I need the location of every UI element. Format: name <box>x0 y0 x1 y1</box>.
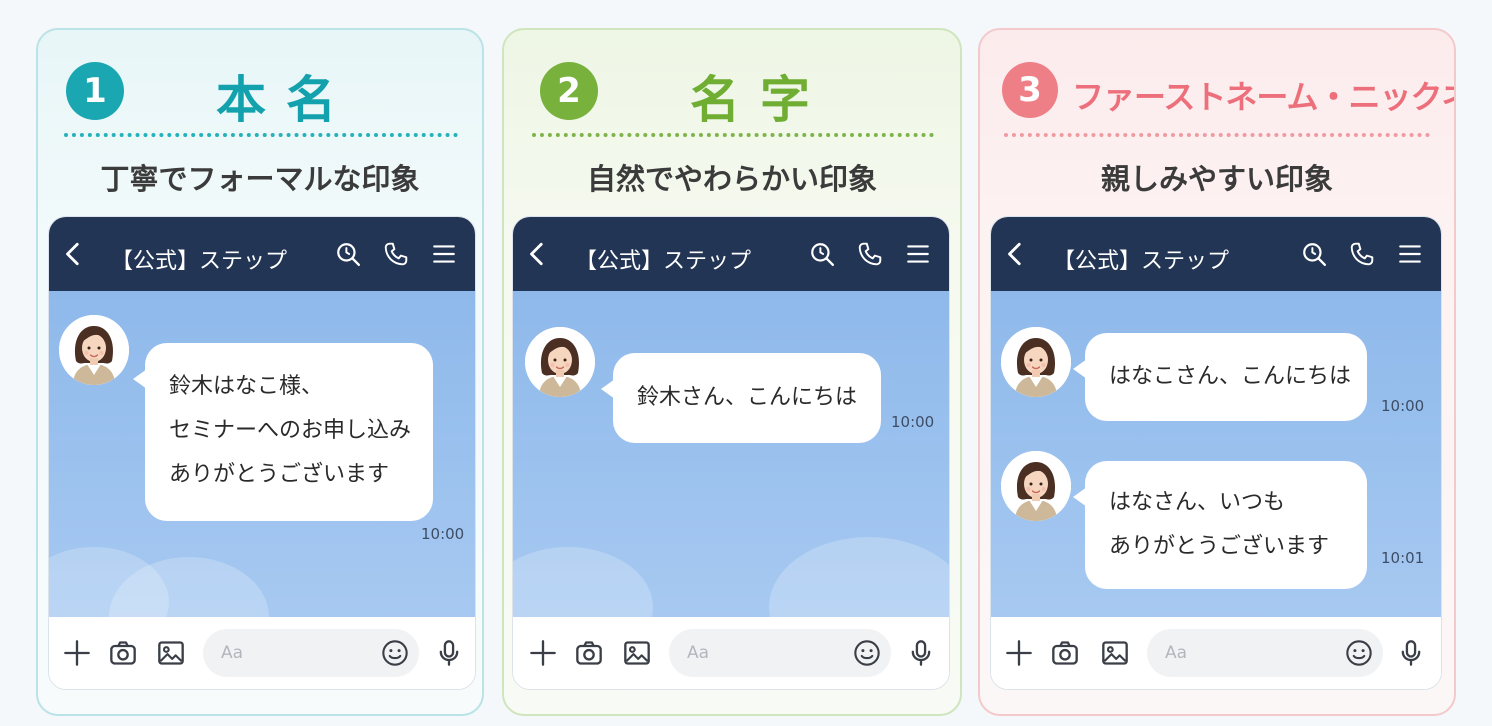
phone-icon[interactable] <box>1349 241 1375 267</box>
chat-title: 【公式】ステップ <box>111 249 288 274</box>
input-placeholder: Aa <box>221 643 244 663</box>
dotted-divider <box>64 133 458 137</box>
emoji-icon[interactable] <box>381 639 409 667</box>
message-time: 10:00 <box>891 413 935 431</box>
panel-first-name-nickname: 3 ファーストネーム・ニックネーム 親しみやすい印象 【公式】ステップ はなこさ… <box>978 28 1456 716</box>
input-placeholder: Aa <box>1165 643 1188 663</box>
panel-surname: 2 名字 自然でやわらかい印象 【公式】ステップ 鈴木さん、こんにちは 10:0… <box>502 28 962 716</box>
message-line: ありがとうございます <box>169 462 390 487</box>
panel-header: 2 名字 <box>504 60 960 129</box>
panel-subtitle: 自然でやわらかい印象 <box>586 162 877 196</box>
message-input[interactable]: Aa <box>203 629 419 677</box>
dotted-divider <box>532 133 934 137</box>
microphone-icon[interactable] <box>435 639 463 667</box>
phone-icon[interactable] <box>857 241 883 267</box>
panel-title: 本名 <box>216 71 356 129</box>
chat-area[interactable]: 鈴木さん、こんにちは 10:00 <box>513 291 949 617</box>
chat-area[interactable]: 鈴木はなこ様、 セミナーへのお申し込み ありがとうございます 10:00 <box>49 291 475 617</box>
back-chevron-icon[interactable] <box>525 241 551 267</box>
sender-avatar[interactable] <box>1001 451 1071 521</box>
step-number-badge: 3 <box>1002 62 1058 118</box>
back-chevron-icon[interactable] <box>61 241 87 267</box>
search-icon[interactable] <box>1301 241 1327 267</box>
step-number-badge: 2 <box>540 62 598 120</box>
panel-real-name: 1 本名 丁寧でフォーマルな印象 【公式】ステップ 鈴木はなこ様、 セミナーへの… <box>36 28 484 716</box>
plus-icon[interactable] <box>1005 639 1033 667</box>
image-icon[interactable] <box>1101 639 1129 667</box>
chat-mockup: 【公式】ステップ 鈴木さん、こんにちは 10:00 Aa <box>512 216 950 690</box>
message-input-bar: Aa <box>49 617 475 689</box>
panel-subtitle: 親しみやすい印象 <box>1100 162 1333 196</box>
menu-icon[interactable] <box>431 241 457 267</box>
cloud-decoration <box>769 537 949 617</box>
camera-icon[interactable] <box>109 639 137 667</box>
panel-header: 3 ファーストネーム・ニックネーム <box>980 60 1454 124</box>
message-time: 10:00 <box>1381 397 1425 415</box>
panel-subtitle: 丁寧でフォーマルな印象 <box>100 162 420 196</box>
plus-icon[interactable] <box>63 639 91 667</box>
chat-title: 【公式】ステップ <box>1053 249 1230 274</box>
panel-title: 名字 <box>690 71 830 129</box>
message-bubble[interactable]: はなこさん、こんにちは <box>1073 333 1367 421</box>
message-line: 鈴木はなこ様、 <box>169 374 324 399</box>
message-line: 鈴木さん、こんにちは <box>637 385 858 410</box>
message-input-bar: Aa <box>991 617 1441 689</box>
message-input-bar: Aa <box>513 617 949 689</box>
step-number-badge: 1 <box>66 62 124 120</box>
chat-title: 【公式】ステップ <box>575 249 752 274</box>
message-bubble[interactable]: 鈴木さん、こんにちは <box>601 353 881 443</box>
chat-header-bar: 【公式】ステップ <box>513 217 949 291</box>
chat-header-bar: 【公式】ステップ <box>49 217 475 291</box>
message-line: はなさん、いつも <box>1109 490 1286 515</box>
phone-icon[interactable] <box>383 241 409 267</box>
message-bubble[interactable]: 鈴木はなこ様、 セミナーへのお申し込み ありがとうございます <box>133 343 433 521</box>
image-icon[interactable] <box>623 639 651 667</box>
sender-avatar[interactable] <box>525 327 595 397</box>
input-placeholder: Aa <box>687 643 710 663</box>
panel-header: 1 本名 <box>38 60 482 129</box>
camera-icon[interactable] <box>1051 639 1079 667</box>
message-input[interactable]: Aa <box>669 629 891 677</box>
panel-title: ファーストネーム・ニックネーム <box>1072 78 1454 116</box>
dotted-divider <box>1004 133 1430 137</box>
message-time: 10:00 <box>421 525 465 543</box>
sender-avatar[interactable] <box>59 315 129 385</box>
microphone-icon[interactable] <box>1397 639 1425 667</box>
message-input[interactable]: Aa <box>1147 629 1383 677</box>
emoji-icon[interactable] <box>853 639 881 667</box>
back-chevron-icon[interactable] <box>1003 241 1029 267</box>
emoji-icon[interactable] <box>1345 639 1373 667</box>
chat-mockup: 【公式】ステップ はなこさん、こんにちは 10:00 はなさん、いつも ありがと… <box>990 216 1442 690</box>
cloud-decoration <box>513 547 653 617</box>
camera-icon[interactable] <box>575 639 603 667</box>
chat-mockup: 【公式】ステップ 鈴木はなこ様、 セミナーへのお申し込み ありがとうございます … <box>48 216 476 690</box>
chat-header-bar: 【公式】ステップ <box>991 217 1441 291</box>
image-icon[interactable] <box>157 639 185 667</box>
menu-icon[interactable] <box>905 241 931 267</box>
search-icon[interactable] <box>335 241 361 267</box>
menu-icon[interactable] <box>1397 241 1423 267</box>
message-time: 10:01 <box>1381 549 1425 567</box>
sender-avatar[interactable] <box>1001 327 1071 397</box>
search-icon[interactable] <box>809 241 835 267</box>
chat-area[interactable]: はなこさん、こんにちは 10:00 はなさん、いつも ありがとうございます 10… <box>991 291 1441 617</box>
plus-icon[interactable] <box>529 639 557 667</box>
microphone-icon[interactable] <box>907 639 935 667</box>
message-line: はなこさん、こんにちは <box>1109 364 1352 389</box>
message-bubble[interactable]: はなさん、いつも ありがとうございます <box>1073 461 1367 589</box>
message-line: ありがとうございます <box>1109 534 1330 559</box>
message-line: セミナーへのお申し込み <box>169 418 412 443</box>
